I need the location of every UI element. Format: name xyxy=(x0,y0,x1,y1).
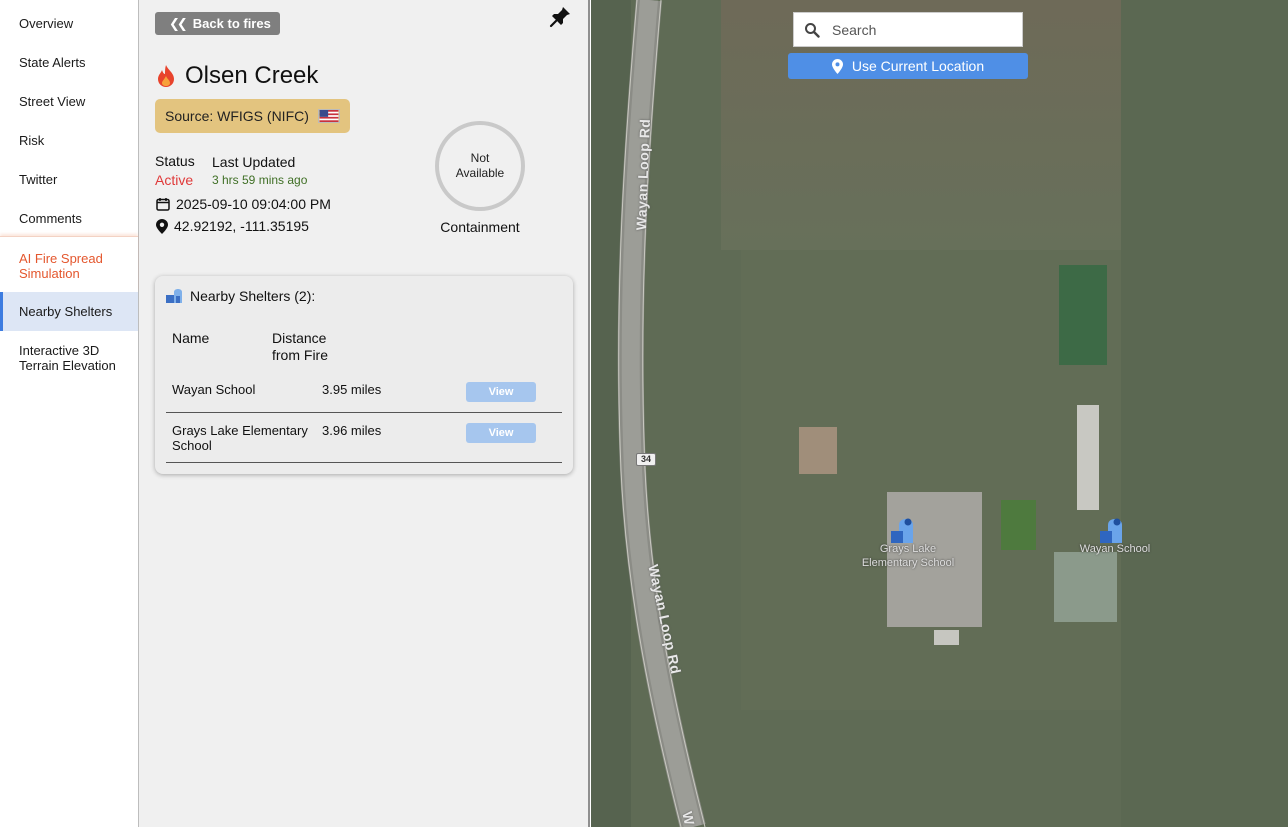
status-value: Active xyxy=(155,172,194,188)
fire-datetime-row: 2025-09-10 09:04:00 PM xyxy=(156,196,331,212)
satellite-imagery xyxy=(591,0,1288,827)
shelters-card-title: Nearby Shelters (2): xyxy=(166,288,315,304)
route-shield: 34 xyxy=(636,453,656,466)
place-label-grays-lake: Grays Lake Elementary School xyxy=(861,543,955,569)
shelter-row-name: Wayan School xyxy=(172,382,256,397)
shelter-row-distance: 3.96 miles xyxy=(322,423,382,438)
column-header-name: Name xyxy=(172,330,210,346)
pushpin-icon[interactable] xyxy=(548,5,572,29)
nav-item-ai-fire-spread[interactable]: AI Fire Spread Simulation xyxy=(0,236,138,292)
use-current-location-button[interactable]: Use Current Location xyxy=(788,53,1028,79)
map-search xyxy=(793,12,1023,47)
last-updated-label: Last Updated xyxy=(212,154,296,170)
view-shelter-button[interactable]: View xyxy=(466,423,536,443)
nav-item-twitter[interactable]: Twitter xyxy=(0,172,138,187)
side-nav: Overview State Alerts Street View Risk T… xyxy=(0,0,139,827)
search-input[interactable] xyxy=(832,21,1002,38)
nav-item-state-alerts[interactable]: State Alerts xyxy=(0,55,138,70)
fire-title: Olsen Creek xyxy=(156,62,318,90)
fire-datetime: 2025-09-10 09:04:00 PM xyxy=(176,196,331,212)
source-label: Source: WFIGS (NIFC) xyxy=(165,108,309,124)
view-shelter-button[interactable]: View xyxy=(466,382,536,402)
nearby-shelters-card: Nearby Shelters (2): Name Distance from … xyxy=(155,276,573,474)
nav-item-street-view[interactable]: Street View xyxy=(0,94,138,109)
location-pin-icon xyxy=(156,218,168,234)
back-button-label: Back to fires xyxy=(192,16,271,31)
status-label: Status xyxy=(155,153,195,169)
column-header-distance: Distance from Fire xyxy=(272,330,328,363)
shelter-row-name: Grays Lake Elementary School xyxy=(172,423,308,453)
row-divider xyxy=(166,412,562,413)
shelters-title: Nearby Shelters (2): xyxy=(190,288,316,304)
search-icon xyxy=(805,22,820,38)
flame-icon xyxy=(158,65,174,87)
last-updated-value: 3 hrs 59 mins ago xyxy=(212,173,308,187)
fire-detail-panel: ❮❮ Back to fires Olsen Creek Source: WFI… xyxy=(139,0,590,827)
us-flag-icon xyxy=(317,109,340,123)
satellite-map[interactable]: Wayan Loop Rd Wayan Loop Rd W 34 Grays L… xyxy=(591,0,1288,827)
location-pin-icon xyxy=(831,58,843,74)
source-badge: Source: WFIGS (NIFC) xyxy=(155,99,350,133)
calendar-icon xyxy=(156,198,170,211)
nav-item-3d-terrain[interactable]: Interactive 3D Terrain Elevation xyxy=(0,343,138,373)
shelter-icon xyxy=(166,289,182,303)
shelter-marker-icon[interactable] xyxy=(889,517,917,543)
use-current-location-label: Use Current Location xyxy=(851,58,985,74)
nav-item-overview[interactable]: Overview xyxy=(0,16,138,31)
nav-item-comments[interactable]: Comments xyxy=(0,211,138,226)
containment-value: Not Available xyxy=(455,151,505,180)
containment-gauge: Not Available xyxy=(435,121,525,211)
place-label-wayan-school: Wayan School xyxy=(1079,543,1151,555)
nav-item-nearby-shelters[interactable]: Nearby Shelters xyxy=(0,292,138,331)
double-chevron-left-icon: ❮❮ xyxy=(169,15,188,31)
road-label-partial: W xyxy=(679,810,698,827)
fire-coordinates: 42.92192, -111.35195 xyxy=(174,218,309,234)
fire-name: Olsen Creek xyxy=(185,62,319,89)
shelter-marker-icon[interactable] xyxy=(1098,517,1126,543)
nav-item-risk[interactable]: Risk xyxy=(0,133,138,148)
containment-label: Containment xyxy=(440,219,520,235)
row-divider xyxy=(166,462,562,463)
back-to-fires-button[interactable]: ❮❮ Back to fires xyxy=(155,12,280,35)
shelter-row-distance: 3.95 miles xyxy=(322,382,382,397)
fire-coordinates-row: 42.92192, -111.35195 xyxy=(156,218,309,234)
